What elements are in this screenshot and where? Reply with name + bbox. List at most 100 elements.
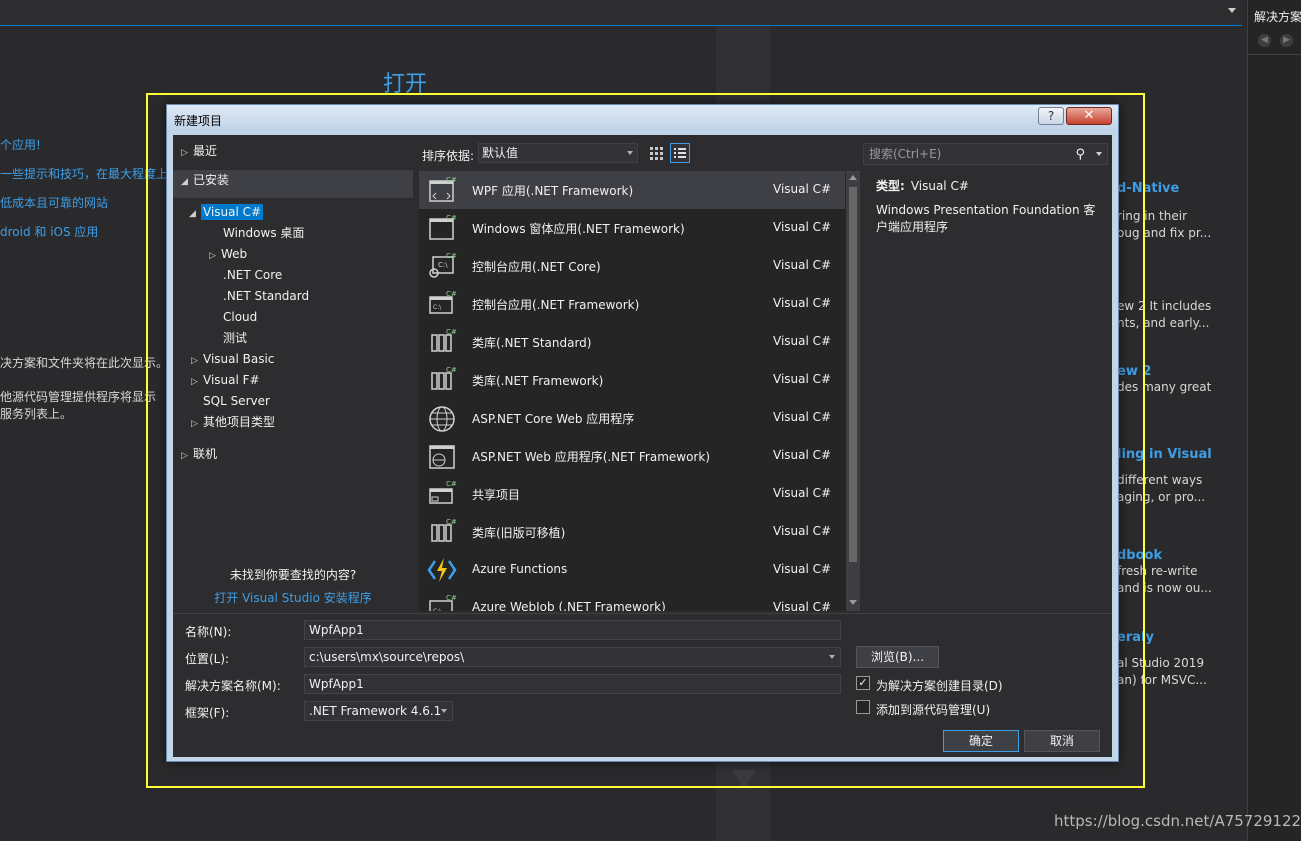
chevron-down-icon[interactable] [829,655,835,659]
arrow-up-icon[interactable] [849,175,857,180]
add-source-control-label: 添加到源代码管理(U) [876,703,991,717]
close-button[interactable]: ✕ [1066,107,1112,125]
svg-text:C#: C# [446,290,457,298]
tree-item-net-standard[interactable]: .NET Standard [223,286,309,306]
search-icon[interactable]: ⚲ [1075,145,1085,165]
help-button[interactable]: ? [1038,107,1064,125]
template-row-winforms[interactable]: C# Windows 窗体应用(.NET Framework) Visual C… [419,209,845,247]
watermark: https://blog.csdn.net/A757291228 [1054,812,1301,830]
template-language: Visual C# [773,448,832,462]
tree-item-visual-basic[interactable]: ▷ Visual Basic [191,349,274,369]
panel-divider [1248,54,1301,55]
tree-item-sql-server[interactable]: SQL Server [203,391,270,411]
start-text-3: 服务列表上。 [0,407,73,421]
dialog-title-bar[interactable]: 新建项目 ? ✕ [167,105,1118,131]
template-name: Azure Functions [472,562,568,576]
start-link-2[interactable]: 一些提示和技巧，在最大程度上 [0,165,168,182]
back-icon[interactable]: ◀ [1258,34,1271,47]
template-language: Visual C# [773,372,832,386]
sort-dropdown[interactable]: 默认值 [478,143,638,163]
template-list: C# WPF 应用(.NET Framework) Visual C# C# W… [419,171,860,611]
webjob-icon: C:\ C# [429,594,457,611]
cancel-button[interactable]: 取消 [1024,730,1100,752]
chevron-down-icon: ◢ [181,177,188,187]
location-input[interactable]: c:\users\mx\source\repos\ [304,647,841,667]
ide-top-bar [0,0,1242,26]
template-tree: ▷ 最近 ◢ 已安装 ◢ Visual C# Windows 桌面 ▷ Web .NET… [173,135,413,613]
location-label: 位置(L): [185,652,230,666]
shared-project-icon: C# [429,480,457,504]
svg-text:C#: C# [446,518,457,526]
svg-text:C:\: C:\ [433,304,442,311]
forward-icon[interactable]: ▶ [1280,34,1293,47]
tree-item-cloud[interactable]: Cloud [223,307,257,327]
solution-explorer-title: 解决方案 [1254,10,1301,24]
class-library-icon: C# [431,328,457,352]
template-row-azure-functions[interactable]: Azure Functions Visual C# [419,551,845,589]
tree-item-test[interactable]: 测试 [223,328,247,348]
template-row-portable-library[interactable]: C# 类库(旧版可移植) Visual C# [419,513,845,551]
template-language: Visual C# [773,524,832,538]
template-name: 控制台应用(.NET Framework) [472,298,640,312]
template-row-aspnet-core[interactable]: ASP.NET Core Web 应用程序 Visual C# [419,399,845,437]
open-installer-link[interactable]: 打开 Visual Studio 安装程序 [173,589,413,606]
template-language: Visual C# [773,258,832,272]
wpf-window-icon: C# [429,176,457,202]
chevron-down-icon[interactable] [441,709,447,713]
template-row-shared[interactable]: C# 共享项目 Visual C# [419,475,845,513]
tree-item-net-core[interactable]: .NET Core [223,265,282,285]
template-row-wpf[interactable]: C# WPF 应用(.NET Framework) Visual C# [419,171,845,209]
template-name: WPF 应用(.NET Framework) [472,184,634,198]
template-row-console[interactable]: C:\ C# 控制台应用(.NET Framework) Visual C# [419,285,845,323]
name-label: 名称(N): [185,625,232,639]
create-directory-checkbox[interactable]: ✓ [856,676,870,690]
solution-name-input[interactable]: WpfApp1 [304,674,841,694]
tree-item-visual-csharp[interactable]: ◢ Visual C# [189,202,264,222]
tree-item-recent[interactable]: ▷ 最近 [181,141,217,161]
template-row-aspnet[interactable]: ASP.NET Web 应用程序(.NET Framework) Visual … [419,437,845,475]
browse-button[interactable]: 浏览(B)... [856,646,939,668]
globe-icon [429,406,455,432]
start-text-2: 他源代码管理提供程序将显示 [0,390,157,404]
chevron-down-icon[interactable] [1096,152,1102,156]
chevron-down-icon [627,151,633,155]
template-row-class-library-standard[interactable]: C# 类库(.NET Standard) Visual C# [419,323,845,361]
search-input[interactable]: 搜索(Ctrl+E) ⚲ [863,143,1108,165]
new-project-dialog: 新建项目 ? ✕ ▷ 最近 ◢ 已安装 ◢ Visual C# Windows 桌面 … [166,104,1119,762]
start-link-1[interactable]: 个应用! [0,136,41,153]
add-source-control-checkbox[interactable] [856,700,870,714]
dialog-title: 新建项目 [174,114,223,128]
tree-item-other-types[interactable]: ▷ 其他项目类型 [191,412,275,432]
arrow-down-icon[interactable] [849,600,857,605]
svg-text:C:\: C:\ [433,608,442,611]
template-list-scrollbar[interactable] [846,171,860,611]
chevron-right-icon: ▷ [209,251,216,261]
tree-item-visual-fsharp[interactable]: ▷ Visual F# [191,370,260,390]
scrollbar-thumb[interactable] [849,187,857,562]
chevron-down-icon[interactable] [1228,8,1236,13]
tree-item-windows-desktop[interactable]: Windows 桌面 [223,223,304,243]
template-name: ASP.NET Web 应用程序(.NET Framework) [472,450,710,464]
ok-button[interactable]: 确定 [943,730,1019,752]
chevron-right-icon: ▷ [181,148,188,158]
tree-item-web[interactable]: ▷ Web [209,244,247,264]
svg-text:C#: C# [446,214,457,222]
start-text-1: 决方案和文件夹将在此次显示。 [0,356,169,370]
grid-view-icon[interactable] [646,143,666,163]
template-language: Visual C# [773,220,832,234]
template-language: Visual C# [773,334,832,348]
template-row-azure-webjob[interactable]: C:\ C# Azure WebJob (.NET Framework) Visu… [419,589,845,611]
name-input[interactable]: WpfApp1 [304,620,841,640]
framework-dropdown[interactable]: .NET Framework 4.6.1 [304,701,453,721]
template-language: Visual C# [773,410,832,424]
tree-item-installed[interactable]: ◢ 已安装 [181,170,229,190]
chevron-right-icon: ▷ [191,356,198,366]
tree-item-online[interactable]: ▷ 联机 [181,444,217,464]
start-link-3[interactable]: 低成本且可靠的网站 [0,194,108,211]
template-row-console-core[interactable]: C:\ C# 控制台应用(.NET Core) Visual C# [419,247,845,285]
list-view-icon[interactable] [670,143,690,163]
console-icon: C:\ C# [429,290,457,314]
template-name: Windows 窗体应用(.NET Framework) [472,222,685,236]
start-link-4[interactable]: droid 和 iOS 应用 [0,223,98,240]
template-row-class-library-framework[interactable]: C# 类库(.NET Framework) Visual C# [419,361,845,399]
